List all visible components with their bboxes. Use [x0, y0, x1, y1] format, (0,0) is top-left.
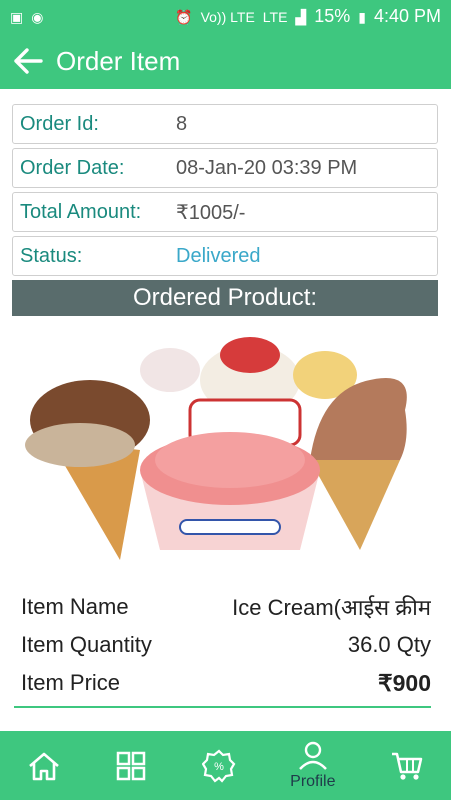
nav-home[interactable] [27, 751, 61, 781]
nav-categories[interactable] [115, 750, 147, 782]
signal-icon: ▟ [295, 8, 307, 25]
page-title: Order Item [56, 45, 181, 76]
divider [14, 706, 431, 708]
alarm-icon: ⏰ [175, 8, 193, 25]
image-notification-icon: ▣ [10, 8, 24, 25]
ice-cream-image [25, 337, 407, 560]
status-bar: ▣ ◉ ⏰ Vo)) LTE LTE ▟ 15% ▮ 4:40 PM [0, 0, 451, 33]
cart-icon [391, 752, 423, 780]
total-amount-row: Total Amount: ₹1005/- [12, 192, 438, 232]
battery-percent: 15% [314, 6, 351, 26]
wifi-icon: ◉ [31, 8, 44, 25]
order-date-label: Order Date: [20, 156, 125, 179]
bottom-navigation: % Profile [0, 731, 451, 800]
item-name-value: Ice Cream(आईस क्रीम [232, 595, 431, 620]
offers-icon: % [201, 749, 236, 783]
item-quantity-value: 36.0 Qty [347, 632, 431, 657]
order-id-value: 8 [176, 112, 188, 135]
item-info: Item Name Ice Cream(आईस क्रीम Item Quant… [21, 588, 431, 702]
order-date-row: Order Date: 08-Jan-20 03:39 PM [12, 148, 438, 188]
home-icon [29, 752, 60, 780]
item-price-label: Item Price [21, 670, 121, 695]
order-id-row: Order Id: 8 [12, 104, 438, 144]
grid-icon [117, 751, 146, 780]
volte-indicator: Vo)) LTE [200, 8, 255, 25]
status-row: Status: Delivered [12, 236, 438, 276]
back-button[interactable] [0, 48, 56, 74]
status-left: ▣ ◉ [10, 10, 43, 24]
status-value: Delivered [176, 244, 261, 267]
clock: 4:40 PM [373, 6, 441, 26]
status-label: Status: [20, 244, 83, 267]
profile-icon [298, 741, 327, 770]
item-name-label: Item Name [21, 594, 129, 619]
battery-icon: ▮ [358, 8, 366, 25]
order-id-label: Order Id: [20, 112, 99, 135]
item-price-row: Item Price ₹900 [21, 664, 431, 702]
app-bar: Order Item [0, 33, 451, 89]
nav-profile-label: Profile [290, 772, 336, 790]
lte-indicator: LTE [262, 8, 288, 25]
item-price-value: ₹900 [377, 669, 431, 696]
order-date-value: 08-Jan-20 03:39 PM [176, 156, 358, 179]
back-arrow-icon [14, 48, 43, 74]
order-details: Order Id: 8 Order Date: 08-Jan-20 03:39 … [12, 104, 438, 280]
svg-text:%: % [214, 761, 224, 773]
item-name-row: Item Name Ice Cream(आईस क्रीम [21, 588, 431, 626]
ordered-product-heading: Ordered Product: [12, 280, 438, 316]
status-right: ⏰ Vo)) LTE LTE ▟ 15% ▮ 4:40 PM [175, 6, 441, 27]
total-amount-value: ₹1005/- [176, 201, 246, 224]
item-quantity-label: Item Quantity [21, 632, 152, 657]
nav-profile[interactable]: Profile [290, 741, 336, 791]
total-amount-label: Total Amount: [20, 200, 142, 223]
item-quantity-row: Item Quantity 36.0 Qty [21, 626, 431, 664]
nav-cart[interactable] [390, 750, 424, 782]
nav-offers[interactable]: % [201, 749, 236, 783]
